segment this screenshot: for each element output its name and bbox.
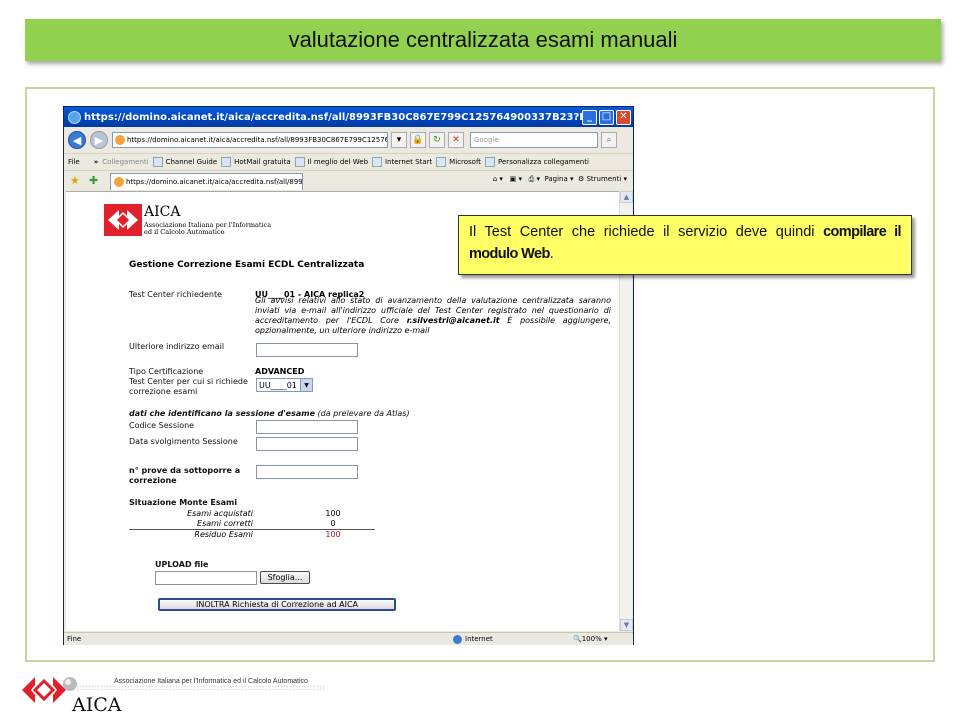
tools-menu[interactable]: ⚙ Strumenti ▾ bbox=[578, 175, 627, 183]
footer-brand: AICA bbox=[72, 694, 122, 716]
address-toolbar: ◀ ▶ https://domino.aicanet.it/aica/accre… bbox=[64, 128, 633, 152]
extra-email-field[interactable] bbox=[256, 343, 358, 357]
search-icon[interactable]: ⌕ bbox=[601, 132, 617, 148]
slide: valutazione centralizzata esami manuali … bbox=[0, 0, 960, 720]
ie-icon bbox=[68, 110, 81, 124]
window-title: https://domino.aicanet.it/aica/accredita… bbox=[84, 111, 582, 123]
home-icon[interactable]: ⌂ ▾ bbox=[493, 175, 503, 183]
add-favorites-icon[interactable]: ✚ bbox=[89, 174, 98, 187]
link-hotmail[interactable]: HotMail gratuita bbox=[221, 157, 291, 167]
slide-title-bar: valutazione centralizzata esami manuali bbox=[25, 19, 941, 61]
link-internet-start[interactable]: Internet Start bbox=[372, 157, 432, 167]
aica-logo-icon bbox=[104, 204, 142, 236]
refresh-icon[interactable]: ↻ bbox=[429, 132, 445, 148]
link-meglio-web[interactable]: Il meglio del Web bbox=[295, 157, 368, 167]
n-prove-field[interactable] bbox=[256, 465, 358, 479]
internet-zone: Internet bbox=[453, 635, 573, 644]
links-label: Collegamenti bbox=[102, 157, 149, 166]
link-microsoft[interactable]: Microsoft bbox=[436, 157, 481, 167]
page-icon bbox=[115, 135, 125, 145]
callout-note: Il Test Center che richiede il servizio … bbox=[458, 215, 912, 275]
tab-current[interactable]: https://domino.aicanet.it/aica/accredita… bbox=[110, 173, 303, 190]
upload-label: UPLOAD file bbox=[155, 560, 209, 569]
chevron-icon[interactable]: » bbox=[94, 158, 99, 166]
address-bar[interactable]: https://domino.aicanet.it/aica/accredita… bbox=[112, 132, 388, 148]
corretti-value: 0 bbox=[330, 519, 336, 528]
chevron-down-icon: ▼ bbox=[300, 379, 312, 391]
session-date-field[interactable] bbox=[256, 437, 358, 451]
browse-button[interactable]: Sfoglia... bbox=[260, 571, 310, 584]
acquistati-label: Esami acquistati bbox=[187, 509, 253, 518]
footer-aica-logo-icon bbox=[22, 677, 77, 703]
page-heading: Gestione Correzione Esami ECDL Centraliz… bbox=[129, 260, 365, 270]
residuo-label: Residuo Esami bbox=[194, 530, 253, 539]
notification-note: Gli avvisi relativi allo stato di avanza… bbox=[255, 296, 611, 335]
cert-type-label: Tipo Certificazione bbox=[129, 367, 204, 376]
page-menu[interactable]: Pagina ▾ bbox=[544, 175, 573, 183]
corretti-label: Esami corretti bbox=[197, 519, 253, 528]
scroll-up-icon[interactable]: ▲ bbox=[620, 191, 633, 203]
page-icon bbox=[114, 177, 124, 187]
footer-decoration bbox=[76, 685, 326, 690]
lock-icon[interactable]: 🔒 bbox=[410, 132, 426, 148]
maximize-button[interactable]: □ bbox=[599, 109, 614, 125]
test-center-label: Test Center richiedente bbox=[129, 290, 223, 299]
browser-titlebar: https://domino.aicanet.it/aica/accredita… bbox=[64, 107, 633, 127]
command-bar: ⌂ ▾ ▣ ▾ ⎙ ▾ Pagina ▾ ⚙ Strumenti ▾ bbox=[493, 175, 627, 184]
extra-email-label: Ulteriore indirizzo email bbox=[129, 342, 225, 351]
search-input[interactable]: Google bbox=[470, 132, 598, 148]
feeds-icon[interactable]: ▣ ▾ bbox=[510, 175, 522, 183]
tc-for-label: Test Center per cui si richiede correzio… bbox=[129, 377, 248, 396]
link-personalizza[interactable]: Personalizza collegamenti bbox=[485, 157, 589, 167]
cert-type-value: ADVANCED bbox=[255, 367, 305, 376]
tc-for-select[interactable]: UU____01 ▼ bbox=[256, 378, 313, 392]
favorites-star-icon[interactable]: ★ bbox=[70, 174, 80, 187]
tab-row: ★ ✚ https://domino.aicanet.it/aica/accre… bbox=[64, 170, 633, 190]
footer-association: Associazione Italiana per l'Informatica … bbox=[114, 678, 308, 685]
slide-title: valutazione centralizzata esami manuali bbox=[288, 27, 678, 52]
back-icon[interactable]: ◀ bbox=[68, 131, 86, 149]
menu-file[interactable]: File bbox=[68, 158, 80, 166]
session-date-label: Data svolgimento Sessione bbox=[129, 437, 238, 446]
monte-esami-header: Situazione Monte Esami bbox=[129, 498, 238, 507]
session-code-label: Codice Sessione bbox=[129, 421, 195, 430]
upload-file-field[interactable] bbox=[155, 571, 257, 585]
link-channel-guide[interactable]: Channel Guide bbox=[153, 157, 218, 167]
links-toolbar: File » Collegamenti Channel Guide HotMai… bbox=[64, 153, 633, 169]
aica-subtitle: Associazione Italiana per l'Informatica … bbox=[144, 221, 272, 236]
stop-icon[interactable]: ✕ bbox=[448, 132, 464, 148]
address-dropdown-icon[interactable]: ▾ bbox=[391, 132, 407, 148]
status-text: Fine bbox=[67, 635, 82, 643]
print-icon[interactable]: ⎙ ▾ bbox=[529, 175, 540, 183]
browser-window: https://domino.aicanet.it/aica/accredita… bbox=[63, 106, 634, 645]
n-prove-label: n° prove da sottoporre a correzione bbox=[129, 466, 241, 485]
aica-name: AICA bbox=[144, 204, 181, 220]
scroll-down-icon[interactable]: ▼ bbox=[620, 619, 633, 631]
status-bar: Fine Internet 🔍100% ▾ bbox=[64, 632, 633, 645]
residuo-value: 100 bbox=[325, 530, 341, 539]
session-code-field[interactable] bbox=[256, 420, 358, 434]
session-header: dati che identificano la sessione d'esam… bbox=[129, 409, 410, 418]
acquistati-value: 100 bbox=[325, 509, 341, 518]
zoom-level[interactable]: 🔍100% ▾ bbox=[573, 635, 633, 643]
close-button[interactable]: ✕ bbox=[616, 109, 631, 125]
minimize-button[interactable]: _ bbox=[582, 109, 597, 125]
submit-request-button[interactable]: INOLTRA Richiesta di Correzione ad AICA bbox=[158, 598, 396, 611]
forward-icon[interactable]: ▶ bbox=[90, 131, 108, 149]
